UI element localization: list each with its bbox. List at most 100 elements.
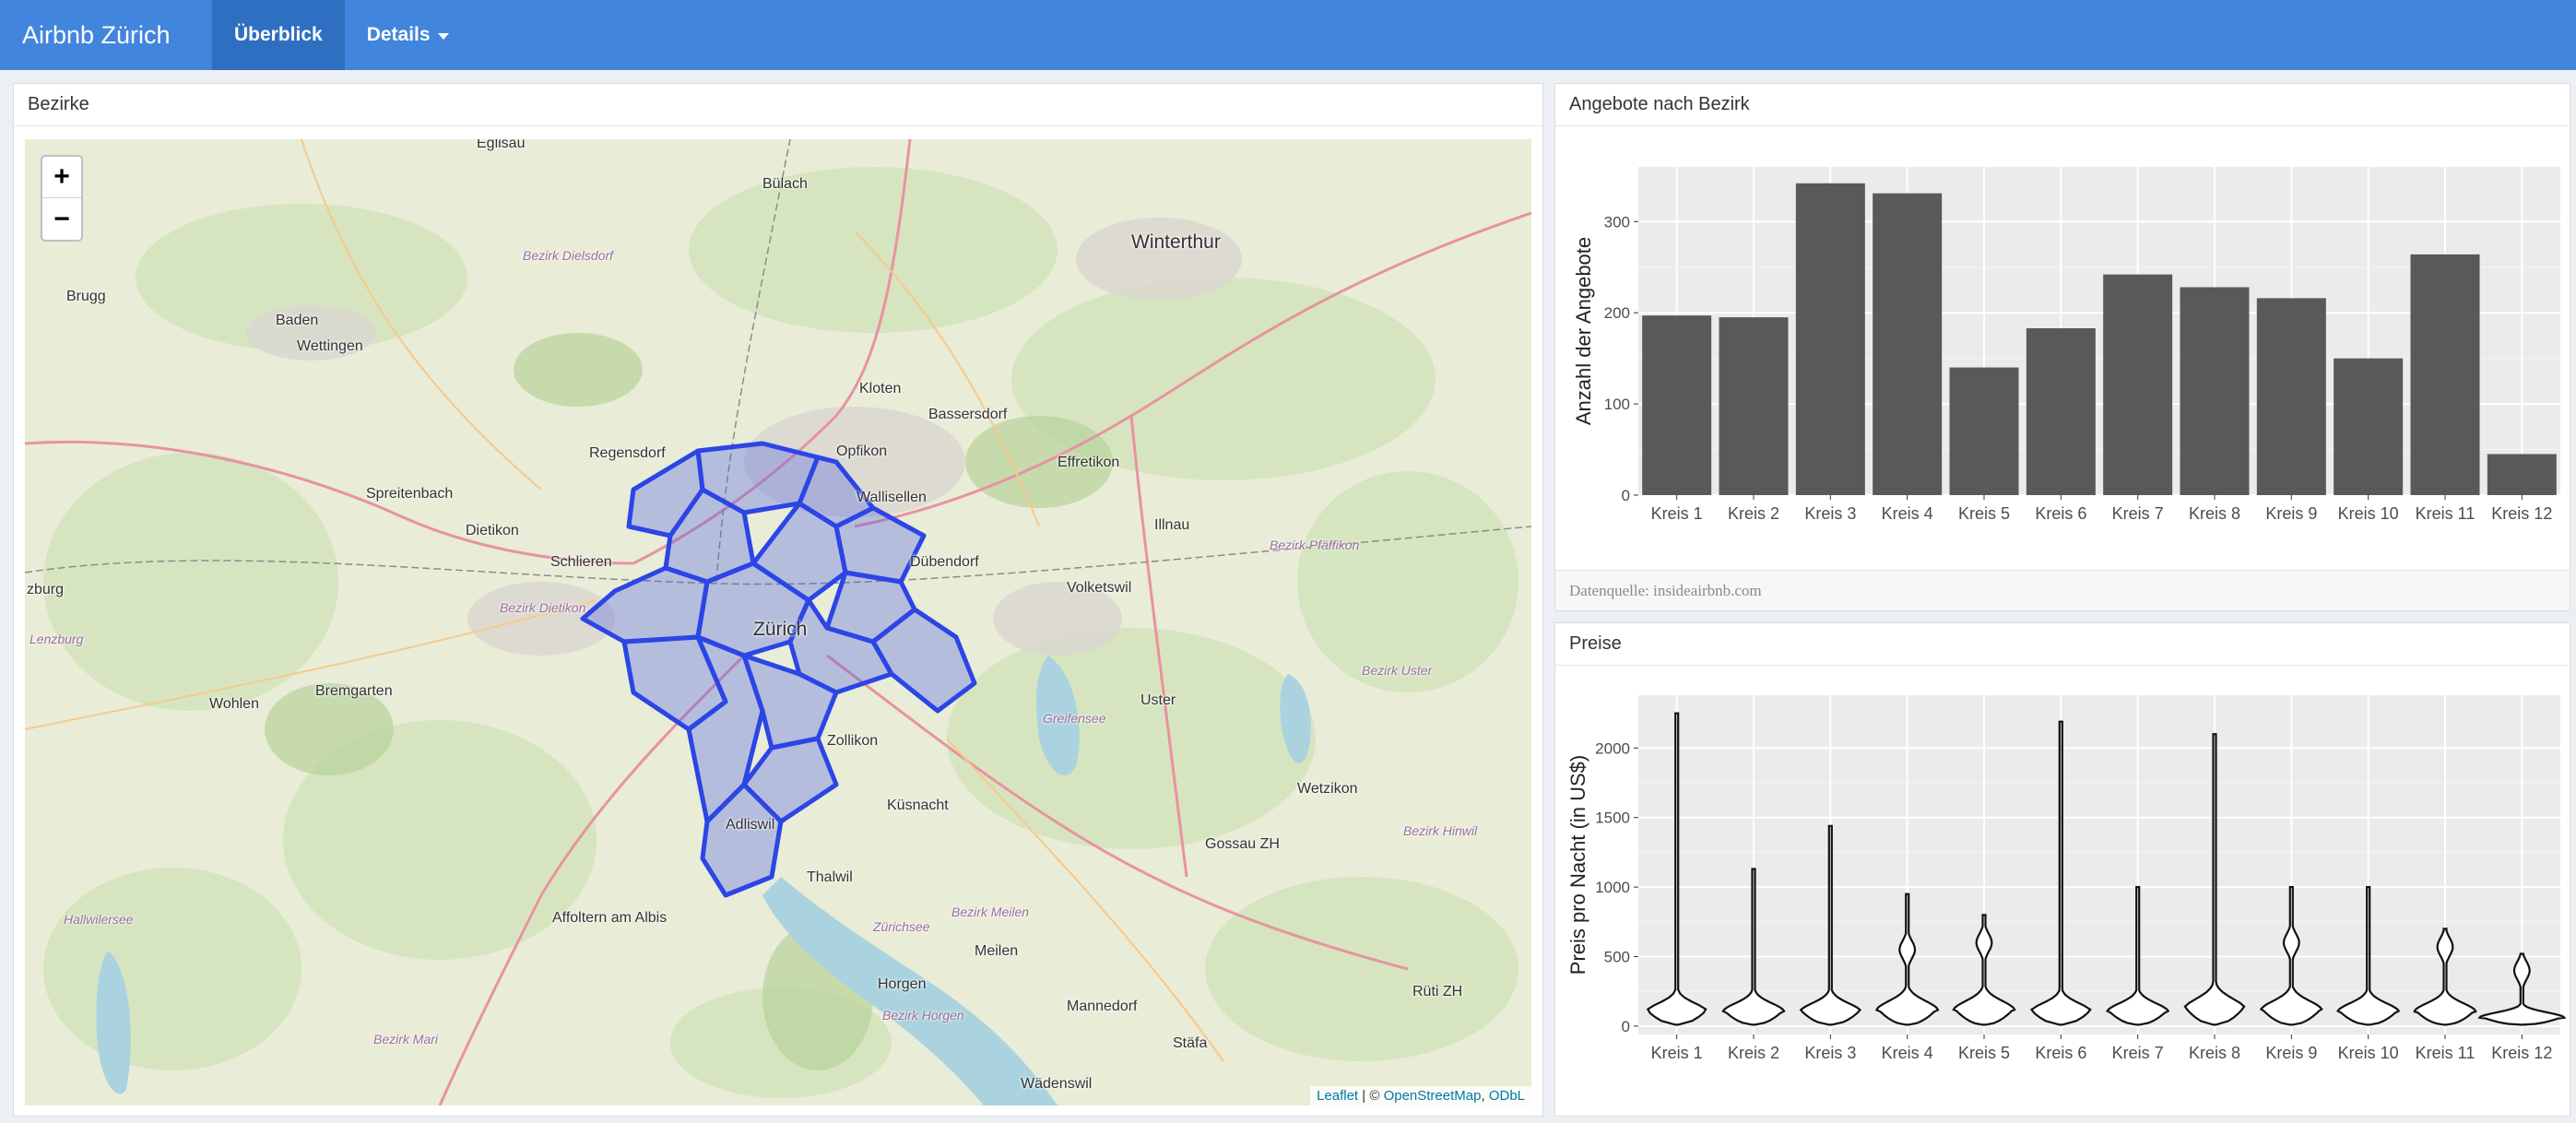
place-label: Mannedorf	[1067, 999, 1138, 1014]
bar-chart-panel: Angebote nach Bezirk 0 100 200 300 Kreis 1 Kr…	[1554, 83, 2570, 611]
bar	[2103, 274, 2173, 495]
x-tick-label: Kreis 2	[1728, 504, 1779, 523]
place-label: Brugg	[66, 289, 106, 304]
x-tick-label: Kreis 8	[2189, 504, 2240, 523]
place-label: Bezirk Uster	[1362, 663, 1433, 678]
place-label: Eglisau	[477, 139, 526, 151]
place-label: Wettingen	[297, 338, 363, 354]
map-panel-title: Bezirke	[14, 84, 1542, 126]
place-label: Thalwil	[807, 869, 853, 885]
attribution-separator: | ©	[1358, 1088, 1384, 1104]
place-label: Greifensee	[1043, 711, 1106, 726]
bar	[2334, 358, 2404, 495]
x-tick-label: Kreis 5	[1958, 504, 2010, 523]
x-tick-label: Kreis 3	[1804, 1044, 1856, 1062]
tab-ueberblick[interactable]: Überblick	[212, 0, 345, 70]
place-label: Wädenswil	[1021, 1076, 1093, 1092]
place-label: Winterthur	[1131, 231, 1221, 253]
x-tick-label: Kreis 12	[2491, 1044, 2552, 1062]
place-label: Kloten	[859, 381, 902, 396]
place-label: Küsnacht	[887, 798, 949, 813]
bar	[2180, 287, 2250, 495]
plot-panel	[1638, 695, 2560, 1034]
place-label: Opfikon	[836, 443, 888, 459]
osm-link[interactable]: OpenStreetMap	[1384, 1088, 1482, 1104]
bar	[2487, 454, 2557, 495]
x-tick-label: Kreis 2	[1728, 1044, 1779, 1062]
place-label: Baden	[276, 313, 319, 328]
leaflet-link[interactable]: Leaflet	[1317, 1088, 1358, 1104]
place-label: Spreitenbach	[366, 486, 454, 502]
place-label: Wetzikon	[1297, 781, 1358, 797]
place-label: Wallisellen	[857, 490, 927, 505]
place-label: Bezirk Hinwil	[1403, 823, 1478, 838]
y-tick-label: 100	[1604, 396, 1630, 413]
place-label: Regensdorf	[589, 445, 666, 461]
violin-chart: 0 500 1000 1500 2000 Kreis 1 Kreis 2 Kreis 3 Kre…	[1566, 695, 2567, 1062]
zoom-in-button[interactable]: +	[42, 157, 81, 198]
x-tick-label: Kreis 11	[2416, 1044, 2476, 1062]
bar	[1719, 317, 1789, 495]
odbl-link[interactable]: ODbL	[1489, 1088, 1525, 1104]
place-label: Zürichsee	[873, 919, 930, 934]
x-tick-label: Kreis 3	[1804, 504, 1856, 523]
place-label: Zollikon	[827, 733, 879, 749]
place-label: Dietikon	[466, 523, 519, 538]
bar	[1642, 315, 1712, 495]
place-label: Wohlen	[209, 696, 259, 712]
bar-chart-title: Angebote nach Bezirk	[1555, 84, 2570, 126]
x-tick-label: Kreis 9	[2265, 1044, 2317, 1062]
place-label: Volketswil	[1067, 580, 1132, 596]
place-label: Meilen	[975, 943, 1019, 959]
x-tick-label: Kreis 10	[2338, 1044, 2399, 1062]
map-attribution: Leaflet | © OpenStreetMap, ODbL	[1310, 1086, 1531, 1105]
x-tick-label: Kreis 1	[1651, 504, 1703, 523]
app-brand[interactable]: Airbnb Zürich	[0, 0, 212, 70]
leaflet-map[interactable]: Eglisau Bülach Winterthur Bezirk Dielsdo…	[25, 139, 1531, 1105]
x-tick-label: Kreis 4	[1882, 1044, 1933, 1062]
data-source-footer: Datenquelle: insideairbnb.com	[1555, 570, 2570, 610]
y-tick-label: 300	[1604, 213, 1630, 231]
place-label: Lenzburg	[30, 632, 84, 646]
x-tick-label: Kreis 5	[1958, 1044, 2010, 1062]
x-tick-label: Kreis 9	[2265, 504, 2317, 523]
x-tick-label: Kreis 6	[2035, 504, 2086, 523]
bar	[1949, 367, 2019, 495]
place-label: Stäfa	[1173, 1035, 1208, 1051]
y-axis-label: Preis pro Nacht (in US$)	[1566, 755, 1589, 975]
place-label: Bezirk Horgen	[882, 1008, 964, 1023]
y-tick-label: 0	[1622, 487, 1630, 504]
x-tick-label: Kreis 7	[2112, 504, 2164, 523]
zoom-control: + −	[41, 155, 83, 242]
place-label: Effretikon	[1058, 455, 1120, 470]
y-tick-label: 1500	[1595, 810, 1630, 827]
caret-down-icon	[437, 33, 449, 40]
place-label: Affoltern am Albis	[552, 910, 668, 926]
place-label: Bezirk Dielsdorf	[523, 248, 614, 263]
x-tick-label: Kreis 1	[1651, 1044, 1703, 1062]
place-label: Schlieren	[550, 554, 612, 570]
place-label: Bezirk Pfäffikon	[1270, 538, 1360, 552]
place-label: Horgen	[878, 976, 927, 992]
place-label: Bezirk Dietikon	[500, 600, 586, 615]
place-label: Zürich	[753, 619, 808, 640]
place-label: Illnau	[1154, 517, 1190, 533]
bar	[2026, 328, 2096, 495]
y-tick-label: 200	[1604, 304, 1630, 322]
tab-details-dropdown[interactable]: Details	[345, 0, 471, 70]
x-tick-label: Kreis 8	[2189, 1044, 2240, 1062]
place-label: Bassersdorf	[928, 407, 1008, 422]
bar	[2256, 298, 2326, 495]
x-tick-label: Kreis 6	[2035, 1044, 2086, 1062]
place-label: Dübendorf	[910, 554, 979, 570]
bar	[1795, 183, 1865, 496]
violin-chart-panel: Preise 0 500 1000 1500 2000 Kreis 1 Kreis 2 Kre…	[1554, 622, 2570, 1117]
place-label: Uster	[1140, 692, 1176, 708]
x-tick-label: Kreis 12	[2491, 504, 2552, 523]
bar	[1873, 193, 1943, 495]
violin-chart-title: Preise	[1555, 623, 2570, 666]
place-label: Adliswil	[726, 817, 775, 833]
y-tick-label: 500	[1604, 949, 1630, 966]
place-label: Hallwilersee	[64, 912, 134, 927]
zoom-out-button[interactable]: −	[42, 198, 81, 240]
